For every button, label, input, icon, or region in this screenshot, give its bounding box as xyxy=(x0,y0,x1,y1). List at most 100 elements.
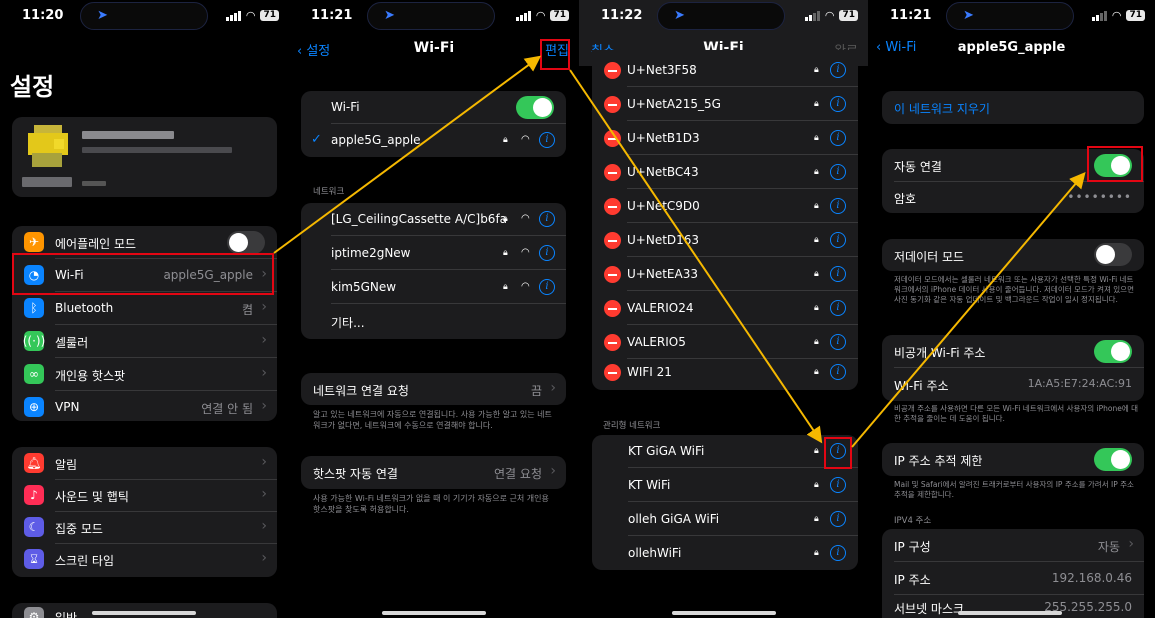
network-row[interactable]: kim5GNew 🔒︎ ◠ i xyxy=(301,271,566,304)
network-name: apple5G_apple xyxy=(331,133,421,147)
info-icon[interactable]: i xyxy=(830,266,846,282)
chevron-right-icon: › xyxy=(261,299,267,315)
network-row[interactable]: [LG_CeilingCassette A/C]b6fa 🔒︎ ◠ i xyxy=(301,203,566,236)
nav-bar: ‹ 설정 Wi-Fi 편집 xyxy=(289,36,579,62)
vpn-icon: ⊕ xyxy=(24,397,44,417)
apple-id-card[interactable] xyxy=(12,117,277,197)
row-label: 서브넷 마스크 xyxy=(894,602,965,616)
info-icon[interactable]: i xyxy=(830,364,846,380)
chevron-right-icon: › xyxy=(261,486,267,502)
low-data-toggle[interactable] xyxy=(1094,243,1132,266)
info-icon[interactable]: i xyxy=(830,130,846,146)
ip-config-row[interactable]: IP 구성 자동 › xyxy=(882,529,1144,562)
private-address-group: 비공개 Wi-Fi 주소 Wi-Fi 주소 1A:A5:E7:24:AC:91 xyxy=(882,335,1144,401)
delete-minus-icon[interactable] xyxy=(604,198,621,215)
settings-row-cellular[interactable]: ((·)) 셀룰러 › xyxy=(12,325,277,358)
delete-minus-icon[interactable] xyxy=(604,164,621,181)
limit-ip-toggle[interactable] xyxy=(1094,448,1132,471)
managed-network-row[interactable]: olleh GiGA WiFi 🔒︎ i xyxy=(592,503,858,536)
managed-network-row[interactable]: KT GiGA WiFi 🔒︎ i xyxy=(592,435,858,468)
info-icon[interactable]: i xyxy=(830,334,846,350)
info-icon[interactable]: i xyxy=(830,198,846,214)
delete-minus-icon[interactable] xyxy=(604,130,621,147)
settings-row-sounds[interactable]: ♪ 사운드 및 햅틱 › xyxy=(12,479,277,512)
private-address-toggle[interactable] xyxy=(1094,340,1132,363)
settings-row-screentime[interactable]: ⌛︎ 스크린 타임 › xyxy=(12,543,277,576)
known-network-row[interactable]: VALERIO24 🔒︎ i xyxy=(592,292,858,325)
known-network-row[interactable]: U+NetEA33 🔒︎ i xyxy=(592,258,858,291)
delete-minus-icon[interactable] xyxy=(604,62,621,79)
network-row[interactable]: iptime2gNew 🔒︎ ◠ i xyxy=(301,237,566,270)
row-label: 비공개 Wi-Fi 주소 xyxy=(894,346,986,360)
info-icon[interactable]: i xyxy=(830,477,846,493)
known-network-row[interactable]: U+NetD163 🔒︎ i xyxy=(592,224,858,257)
info-icon[interactable]: i xyxy=(830,232,846,248)
delete-minus-icon[interactable] xyxy=(604,364,621,381)
network-name: U+NetC9D0 xyxy=(627,199,700,213)
lock-icon: 🔒︎ xyxy=(814,446,819,456)
delete-minus-icon[interactable] xyxy=(604,96,621,113)
info-icon[interactable]: i xyxy=(830,545,846,561)
auto-join-hotspot-row[interactable]: 핫스팟 자동 연결 연결 요청 › xyxy=(301,456,566,489)
info-icon[interactable]: i xyxy=(539,211,555,227)
wifi-toggle-row: Wi-Fi xyxy=(301,91,566,124)
checkmark-icon: ✓ xyxy=(311,132,322,147)
signal-icon xyxy=(516,10,531,21)
info-icon[interactable]: i xyxy=(830,300,846,316)
settings-row-notifications[interactable]: 🔔︎ 알림 › xyxy=(12,447,277,480)
row-label: 핫스팟 자동 연결 xyxy=(313,467,398,481)
network-name: olleh GiGA WiFi xyxy=(628,512,720,526)
info-icon[interactable]: i xyxy=(830,164,846,180)
known-network-row[interactable]: VALERIO5 🔒︎ i xyxy=(592,326,858,359)
home-indicator[interactable] xyxy=(958,611,1062,615)
lock-icon: 🔒︎ xyxy=(503,248,508,258)
airplane-toggle[interactable] xyxy=(227,231,265,254)
known-network-row[interactable]: U+NetA215_5G 🔒︎ i xyxy=(592,88,858,121)
network-name: VALERIO24 xyxy=(627,301,694,315)
forget-network-button[interactable]: 이 네트워크 지우기 xyxy=(882,91,1144,124)
known-network-row[interactable]: U+NetC9D0 🔒︎ i xyxy=(592,190,858,223)
managed-network-row[interactable]: ollehWiFi 🔒︎ i xyxy=(592,537,858,570)
info-icon[interactable]: i xyxy=(539,132,555,148)
profile-subtitle xyxy=(82,147,232,153)
known-network-row[interactable]: U+NetB1D3 🔒︎ i xyxy=(592,122,858,155)
password-row[interactable]: 암호 •••••••• xyxy=(882,181,1144,213)
dynamic-island: ➤ xyxy=(657,2,785,30)
managed-network-row[interactable]: KT WiFi 🔒︎ i xyxy=(592,469,858,502)
info-icon[interactable]: i xyxy=(830,96,846,112)
delete-minus-icon[interactable] xyxy=(604,232,621,249)
other-network-row[interactable]: 기타... xyxy=(301,305,566,338)
row-label: IP 주소 xyxy=(894,573,931,587)
ask-to-join-row[interactable]: 네트워크 연결 요청 끔 › xyxy=(301,373,566,405)
info-icon[interactable]: i xyxy=(830,62,846,78)
known-network-row[interactable]: U+NetBC43 🔒︎ i xyxy=(592,156,858,189)
delete-minus-icon[interactable] xyxy=(604,300,621,317)
row-label: 셀룰러 xyxy=(55,336,89,350)
status-indicators: ◠ 71 xyxy=(516,9,569,22)
known-network-row[interactable]: U+Net3F58 🔒︎ i xyxy=(592,54,858,87)
status-clock: 11:22 xyxy=(601,8,643,23)
settings-row-hotspot[interactable]: ∞ 개인용 핫스팟 › xyxy=(12,358,277,391)
signal-icon xyxy=(1092,10,1107,21)
known-network-row[interactable]: WIFI 21 🔒︎ i xyxy=(592,356,858,389)
home-indicator[interactable] xyxy=(672,611,776,615)
cellular-icon: ((·)) xyxy=(23,331,45,351)
ipv4-group: IP 구성 자동 › IP 주소 192.168.0.46 서브넷 마스크 25… xyxy=(882,529,1144,618)
location-arrow-icon: ➤ xyxy=(384,8,395,23)
bell-icon: 🔔︎ xyxy=(24,453,44,473)
settings-row-bluetooth[interactable]: ᛒ Bluetooth 켬 › xyxy=(12,292,277,325)
lock-icon: 🔒︎ xyxy=(814,133,819,143)
nav-title: apple5G_apple xyxy=(957,40,1066,55)
wifi-toggle[interactable] xyxy=(516,96,554,119)
info-icon[interactable]: i xyxy=(539,279,555,295)
settings-row-vpn[interactable]: ⊕ VPN 연결 안 됨 › xyxy=(12,391,277,421)
delete-minus-icon[interactable] xyxy=(604,266,621,283)
info-icon[interactable]: i xyxy=(830,511,846,527)
home-indicator[interactable] xyxy=(382,611,486,615)
home-indicator[interactable] xyxy=(92,611,196,615)
settings-row-focus[interactable]: ☾ 집중 모드 › xyxy=(12,511,277,544)
delete-minus-icon[interactable] xyxy=(604,334,621,351)
info-icon[interactable]: i xyxy=(539,245,555,261)
connected-network-row[interactable]: ✓ apple5G_apple 🔒︎ ◠ i xyxy=(301,124,566,157)
lock-icon: 🔒︎ xyxy=(814,235,819,245)
